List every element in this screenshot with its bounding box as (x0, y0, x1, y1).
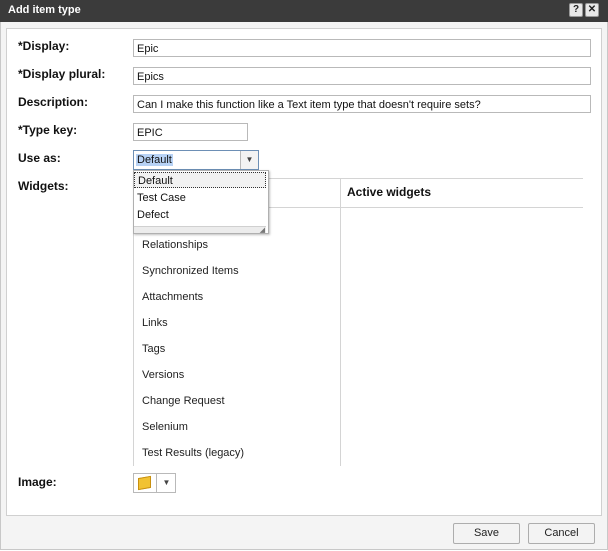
widget-item[interactable]: Test Results (legacy) (142, 447, 244, 459)
chevron-down-icon[interactable]: ▼ (240, 151, 258, 169)
dialog-title: Add item type (8, 4, 81, 16)
type-key-field[interactable]: EPIC (133, 123, 248, 141)
chevron-down-icon[interactable]: ▼ (156, 474, 176, 492)
widgets-label: Widgets: (18, 179, 69, 193)
use-as-dropdown-list: Default Test Case Defect ◢ (133, 170, 269, 234)
widgets-divider-middle (340, 178, 341, 466)
use-as-label: Use as: (18, 151, 61, 165)
widget-item[interactable]: Versions (142, 369, 184, 381)
widget-item[interactable]: Links (142, 317, 168, 329)
widget-item[interactable]: Attachments (142, 291, 203, 303)
use-as-option[interactable]: Defect (134, 207, 266, 223)
close-button[interactable]: ✕ (585, 3, 599, 17)
image-label: Image: (18, 475, 57, 489)
widget-item[interactable]: Selenium (142, 421, 188, 433)
cancel-button[interactable]: Cancel (528, 523, 595, 544)
image-picker[interactable]: ▼ (133, 473, 176, 493)
display-plural-field[interactable]: Epics (133, 67, 591, 85)
dropdown-resize-bar[interactable]: ◢ (134, 226, 266, 234)
use-as-option[interactable]: Default (134, 172, 266, 188)
active-widgets-header: Active widgets (347, 185, 432, 199)
cube-icon (138, 475, 151, 491)
dialog-titlebar: Add item type ? ✕ (0, 0, 608, 22)
widget-item[interactable]: Change Request (142, 395, 225, 407)
description-label: Description: (18, 95, 89, 109)
use-as-selected-value: Default (136, 154, 173, 166)
save-button[interactable]: Save (453, 523, 520, 544)
widget-item[interactable]: Tags (142, 343, 165, 355)
type-key-label: *Type key: (18, 123, 78, 137)
widget-item[interactable]: Relationships (142, 239, 208, 251)
help-button[interactable]: ? (569, 3, 583, 17)
description-field[interactable]: Can I make this function like a Text ite… (133, 95, 591, 113)
resize-grip-icon[interactable]: ◢ (260, 226, 265, 234)
display-field[interactable]: Epic (133, 39, 591, 57)
use-as-select[interactable]: Default ▼ (133, 150, 259, 170)
display-plural-label: *Display plural: (18, 67, 106, 81)
use-as-option[interactable]: Test Case (134, 190, 266, 206)
widget-item[interactable]: Synchronized Items (142, 265, 239, 277)
display-label: *Display: (18, 39, 70, 53)
